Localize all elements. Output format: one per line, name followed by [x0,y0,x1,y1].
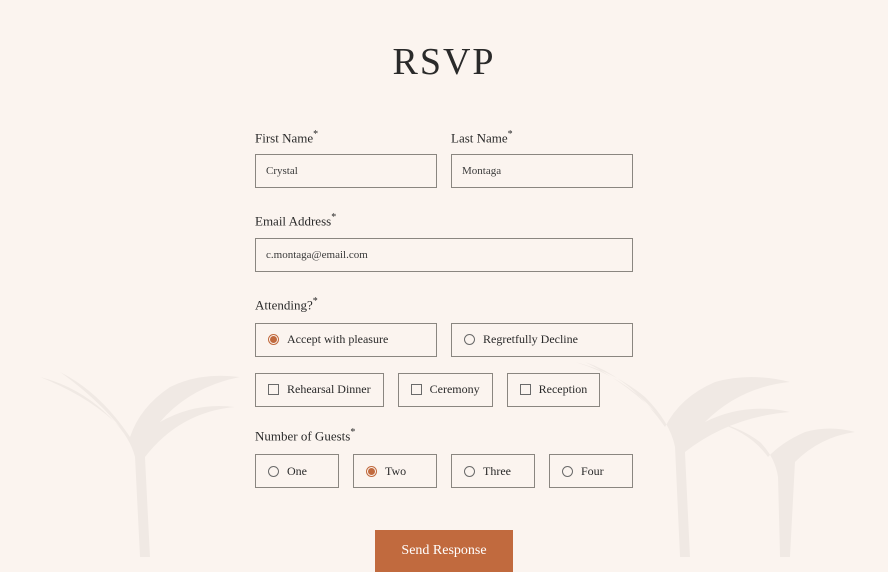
guests-label: Number of Guests* [255,427,633,444]
attending-accept-label: Accept with pleasure [287,332,388,347]
radio-icon [464,334,475,345]
email-field[interactable] [255,238,633,272]
event-ceremony-checkbox[interactable]: Ceremony [398,373,493,407]
radio-icon [464,466,475,477]
attending-accept-option[interactable]: Accept with pleasure [255,323,437,357]
guests-one-option[interactable]: One [255,454,339,488]
radio-icon [366,466,377,477]
send-response-button[interactable]: Send Response [375,530,512,572]
first-name-field[interactable] [255,154,437,188]
guests-four-label: Four [581,464,604,479]
event-rehearsal-label: Rehearsal Dinner [287,382,371,397]
event-reception-label: Reception [539,382,588,397]
attending-label: Attending?* [255,296,633,313]
event-ceremony-label: Ceremony [430,382,480,397]
guests-four-option[interactable]: Four [549,454,633,488]
guests-three-label: Three [483,464,511,479]
attending-decline-option[interactable]: Regretfully Decline [451,323,633,357]
checkbox-icon [268,384,279,395]
first-name-label: First Name* [255,129,437,146]
radio-icon [268,334,279,345]
last-name-label: Last Name* [451,129,633,146]
radio-icon [268,466,279,477]
guests-one-label: One [287,464,307,479]
email-label: Email Address* [255,212,633,229]
checkbox-icon [411,384,422,395]
checkbox-icon [520,384,531,395]
page-title: RSVP [255,40,633,84]
radio-icon [562,466,573,477]
last-name-field[interactable] [451,154,633,188]
guests-three-option[interactable]: Three [451,454,535,488]
event-reception-checkbox[interactable]: Reception [507,373,601,407]
event-rehearsal-checkbox[interactable]: Rehearsal Dinner [255,373,384,407]
guests-two-label: Two [385,464,406,479]
attending-decline-label: Regretfully Decline [483,332,578,347]
guests-two-option[interactable]: Two [353,454,437,488]
